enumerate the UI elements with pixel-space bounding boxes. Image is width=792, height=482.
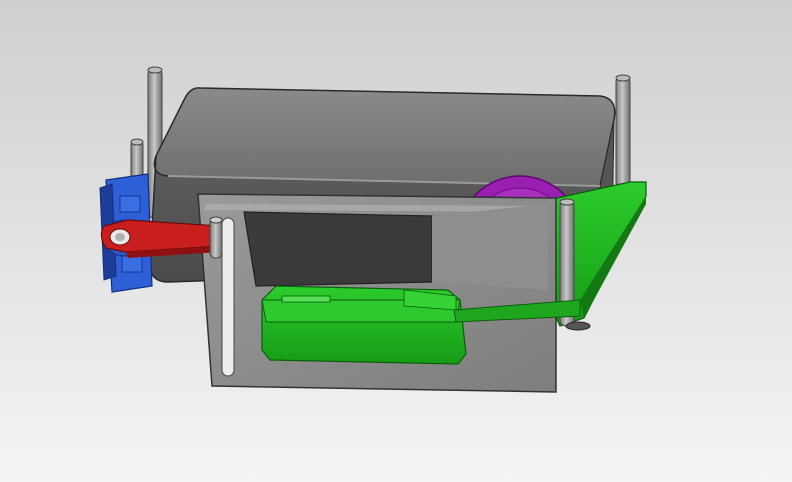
guide-pin: [209, 216, 223, 259]
rod-back-right: [615, 74, 631, 189]
cad-viewport[interactable]: [0, 0, 792, 482]
assembly-model[interactable]: [0, 0, 792, 482]
